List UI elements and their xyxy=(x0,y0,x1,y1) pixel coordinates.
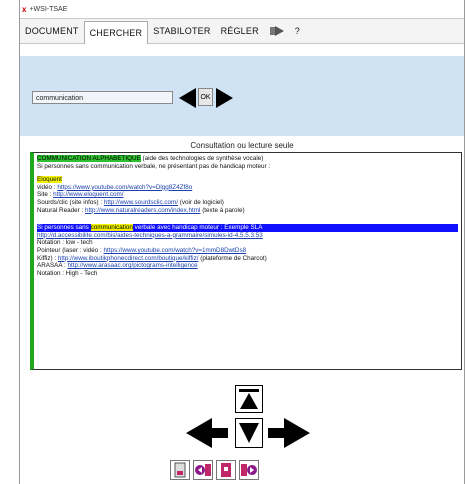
app-icon: x xyxy=(22,4,27,14)
results-line: Si personnes sans communication verbale,… xyxy=(37,162,271,170)
tab-stabiloter[interactable]: STABILOTER xyxy=(148,20,215,42)
search-match-highlight: communication xyxy=(90,224,133,232)
scroll-top-icon xyxy=(239,389,259,409)
search-input[interactable]: communication xyxy=(32,91,173,104)
scroll-down-button[interactable] xyxy=(235,418,263,448)
bottom-toolbar xyxy=(170,460,259,482)
arasaac-label: ARASAA : xyxy=(37,262,66,270)
exit-icon[interactable] xyxy=(264,20,290,42)
next-arrow-icon[interactable] xyxy=(216,88,233,108)
notation-low-tech: Notation : low - tech xyxy=(37,239,93,247)
natural-reader-rest: (texte à parole) xyxy=(202,206,245,214)
results-text-area[interactable]: COMMUNICATION ALPHABÉTIQUE (aide des tec… xyxy=(30,152,462,370)
next-bookmark-icon[interactable] xyxy=(239,460,259,480)
results-heading: COMMUNICATION ALPHABÉTIQUE xyxy=(37,155,141,162)
section-title: Consultation ou lecture seule xyxy=(190,141,294,150)
block2-prefix: Si personnes sans xyxy=(37,224,89,232)
natural-reader-label: Natural Reader : xyxy=(37,206,84,214)
tab-regler[interactable]: RÉGLER xyxy=(216,20,264,42)
results-heading-rest: (aide des technologies de synthèse vocal… xyxy=(142,155,264,162)
scroll-top-button[interactable] xyxy=(235,385,263,413)
kiffiz-rest: (plateforme de Charcot) xyxy=(200,254,267,262)
kiffiz-label: Kiffiz) : xyxy=(37,254,57,262)
eloquent-video-link[interactable]: https://www.youtube.com/watch?v=Dlgg8Z4Z… xyxy=(57,184,192,191)
window-title: +WSI-TSAE xyxy=(29,5,68,13)
block2-link[interactable]: http://d.accessibilite.com/bis/aides-tec… xyxy=(37,232,263,239)
tab-document[interactable]: DOCUMENT xyxy=(20,20,84,42)
pointeur-label: Pointeur (laser : vidéo : xyxy=(37,246,102,254)
natural-reader-link[interactable]: http://www.naturalreaders.com/index.html xyxy=(85,207,201,214)
eloquent-title: Eloquent xyxy=(37,176,62,184)
scroll-left-button[interactable] xyxy=(186,418,228,448)
previous-bookmark-icon[interactable] xyxy=(193,460,213,480)
ok-button[interactable]: OK xyxy=(198,88,213,106)
block2-suffix: verbale avec handicap moteur : Exemple S… xyxy=(134,224,263,232)
eloquent-site-label: Site : xyxy=(37,191,52,199)
previous-arrow-icon[interactable] xyxy=(179,88,196,108)
search-panel: communication OK xyxy=(20,56,464,136)
bookmark-icon[interactable] xyxy=(216,460,236,480)
sourds-rest: (voir de logiciel) xyxy=(179,198,224,206)
eloquent-site-link[interactable]: http://www.eloquent.com/ xyxy=(53,191,123,198)
arasaac-link[interactable]: http://www.arasaac.org/pictograms-intell… xyxy=(67,262,197,269)
sourds-link[interactable]: http://www.sourdsclic.com/ xyxy=(104,199,178,206)
tab-chercher[interactable]: CHERCHER xyxy=(83,20,149,44)
notation-high-tech: Notation : High - Tech xyxy=(37,269,98,277)
pointeur-link[interactable]: https://www.youtube.com/watch?v=1mmD8Dwt… xyxy=(104,247,247,254)
left-arrow-icon xyxy=(186,418,228,448)
tab-help[interactable]: ? xyxy=(290,20,305,42)
kiffiz-link[interactable]: http://www.iboutikphonecdirect.com/bouti… xyxy=(58,255,199,262)
eloquent-video-label: vidéo : xyxy=(37,183,56,191)
document-icon[interactable] xyxy=(170,460,190,480)
right-arrow-icon xyxy=(268,418,310,448)
sourds-label: Sourds/clic (site infos) : xyxy=(37,198,103,206)
down-arrow-icon xyxy=(239,423,259,443)
scroll-right-button[interactable] xyxy=(268,418,310,448)
app-window: x +WSI-TSAE DOCUMENT CHERCHER STABILOTER… xyxy=(19,0,465,484)
tab-bar: DOCUMENT CHERCHER STABILOTER RÉGLER ? xyxy=(20,18,464,44)
title-bar: x +WSI-TSAE xyxy=(20,0,464,18)
